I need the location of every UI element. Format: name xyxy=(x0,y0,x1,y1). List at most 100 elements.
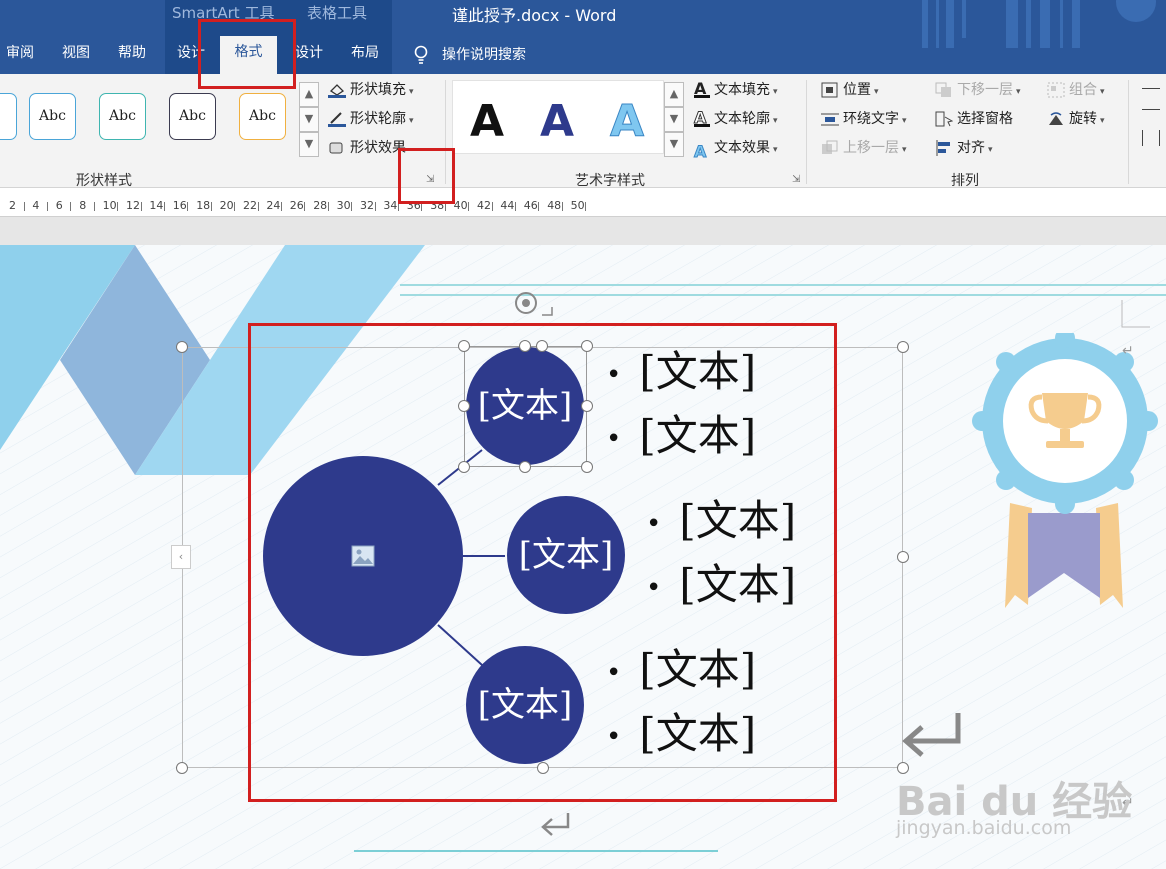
tell-me-search[interactable]: 操作说明搜索 xyxy=(410,42,526,66)
header-decoration xyxy=(1060,0,1063,48)
shape-style-swatch[interactable]: Abc xyxy=(99,93,146,140)
ruler-number: 6 xyxy=(55,199,63,212)
header-decoration xyxy=(1006,0,1018,48)
rotate-button[interactable]: 旋转 ▾ xyxy=(1047,107,1105,131)
align-button[interactable]: 对齐 ▾ xyxy=(935,136,993,160)
chevron-down-icon: ▾ xyxy=(773,145,778,155)
shape-style-swatch[interactable]: Abc xyxy=(169,93,216,140)
ruler-number: 16 xyxy=(172,199,187,212)
wordart-scroll-up-button[interactable]: ▲ xyxy=(664,82,684,107)
tab-review[interactable]: 审阅 xyxy=(2,42,38,74)
wordart-scroll-down-button[interactable]: ▼ xyxy=(664,107,684,132)
tab-help[interactable]: 帮助 xyxy=(114,42,150,74)
wordart-style-light-blue[interactable]: A xyxy=(609,96,644,148)
ruler-number: 22 xyxy=(243,199,257,212)
gallery-scroll-up-button[interactable]: ▲ xyxy=(299,82,319,107)
position-button[interactable]: 位置 ▾ xyxy=(821,78,879,102)
wordart-more-button[interactable]: ▼ xyxy=(664,132,684,157)
search-label: 操作说明搜索 xyxy=(442,47,526,63)
ruler-tick xyxy=(304,202,306,211)
position-icon xyxy=(821,82,839,98)
group-button[interactable]: 组合 ▾ xyxy=(1047,78,1105,102)
ruler-tick xyxy=(514,202,516,211)
header-decoration xyxy=(922,0,928,48)
ruler-tick xyxy=(163,202,165,211)
text-outline-button[interactable]: A 文本轮廓 ▾ xyxy=(694,107,778,131)
shape-style-swatch[interactable]: Abc xyxy=(239,93,286,140)
lightbulb-icon xyxy=(414,45,428,64)
height-icon[interactable] xyxy=(1142,88,1160,110)
ruler-number: 26 xyxy=(289,199,304,212)
text-effects-button[interactable]: A 文本效果 ▾ xyxy=(694,136,778,162)
wrap-text-button[interactable]: 环绕文字 ▾ xyxy=(821,107,907,131)
chevron-down-icon: ▾ xyxy=(902,116,907,126)
shape-effects-icon xyxy=(328,140,346,156)
ruler-tick xyxy=(327,202,329,211)
paragraph-mark-icon: ↵ xyxy=(1122,343,1134,359)
align-icon xyxy=(935,140,953,156)
tab-view[interactable]: 视图 xyxy=(58,42,94,74)
shape-style-swatch[interactable]: Abc xyxy=(29,93,76,140)
wordart-dialog-launcher[interactable]: ⇲ xyxy=(792,174,800,185)
frame-resize-handle[interactable] xyxy=(897,551,909,563)
watermark-url: jingyan.baidu.com xyxy=(896,817,1072,839)
width-icon[interactable] xyxy=(1142,130,1160,146)
shape-fill-button[interactable]: 形状填充 ▾ xyxy=(328,78,414,102)
shape-outline-button[interactable]: 形状轮廓 ▾ xyxy=(328,107,414,131)
bring-forward-button[interactable]: 上移一层 ▾ xyxy=(821,136,907,160)
ruler-tick xyxy=(210,202,212,211)
group-separator xyxy=(806,80,807,184)
ruler-number: 48 xyxy=(547,199,562,212)
chevron-down-icon: ▾ xyxy=(1100,87,1105,97)
gallery-more-button[interactable]: ▼ xyxy=(299,132,319,157)
ruler-number: 2 xyxy=(9,199,16,212)
chevron-down-icon: ▾ xyxy=(1100,116,1105,126)
document-page[interactable]: ‹ [文本] [文本] [文本] • [文本] • [文本] • [文本] • … xyxy=(0,245,1166,869)
shape-styles-group-label: 形状样式 xyxy=(76,173,132,189)
header-decoration xyxy=(936,0,939,48)
ruler-number: 14 xyxy=(149,199,164,212)
header-decoration xyxy=(1040,0,1050,48)
selection-pane-button[interactable]: 选择窗格 xyxy=(935,107,1013,131)
shape-effects-button[interactable]: 形状效果 xyxy=(328,136,406,160)
wordart-style-navy[interactable]: A xyxy=(540,96,574,147)
ruler-tick xyxy=(257,202,259,211)
table-tools-label: 表格工具 xyxy=(307,4,368,22)
header-decoration xyxy=(962,0,966,38)
ruler-tick xyxy=(117,202,119,211)
wordart-styles-group-label: 艺术字样式 xyxy=(575,173,645,189)
paragraph-mark-icon xyxy=(902,713,961,757)
ruler-tick xyxy=(374,202,376,211)
ruler-number: 44 xyxy=(500,199,515,212)
ruler-tick xyxy=(468,202,470,211)
ruler-tick xyxy=(491,202,493,211)
ruler-number: 12 xyxy=(126,199,140,212)
chevron-down-icon: ▾ xyxy=(988,145,993,155)
ruler-number: 30 xyxy=(336,199,351,212)
header-decoration xyxy=(946,0,954,48)
text-fill-icon: A xyxy=(694,81,710,98)
arrange-group-label: 排列 xyxy=(951,173,979,189)
send-backward-button[interactable]: 下移一层 ▾ xyxy=(935,78,1021,102)
frame-resize-handle[interactable] xyxy=(176,762,188,774)
selection-pane-icon xyxy=(935,111,954,127)
shape-style-swatch[interactable] xyxy=(0,93,17,140)
ruler-number: 32 xyxy=(360,199,374,212)
ruler-number: 46 xyxy=(523,199,538,212)
gallery-scroll-down-button[interactable]: ▼ xyxy=(299,107,319,132)
group-icon xyxy=(1047,82,1065,98)
tab-table-layout[interactable]: 布局 xyxy=(347,42,383,74)
frame-resize-handle[interactable] xyxy=(897,341,909,353)
highlight-box-dialog-launcher xyxy=(398,148,455,204)
ruler-tick xyxy=(538,202,540,211)
ruler-tick xyxy=(561,202,563,211)
wordart-style-black[interactable]: A xyxy=(470,96,504,147)
highlight-box-format-tab xyxy=(198,19,296,89)
frame-resize-handle[interactable] xyxy=(176,341,188,353)
rotate-handle-icon[interactable] xyxy=(512,289,556,321)
document-title: 谨此授予.docx - Word xyxy=(452,6,617,25)
tab-table-design[interactable]: 设计 xyxy=(291,42,327,74)
text-fill-button[interactable]: A 文本填充 ▾ xyxy=(694,78,778,102)
wrap-text-icon xyxy=(821,111,839,127)
chevron-down-icon: ▾ xyxy=(409,116,414,126)
